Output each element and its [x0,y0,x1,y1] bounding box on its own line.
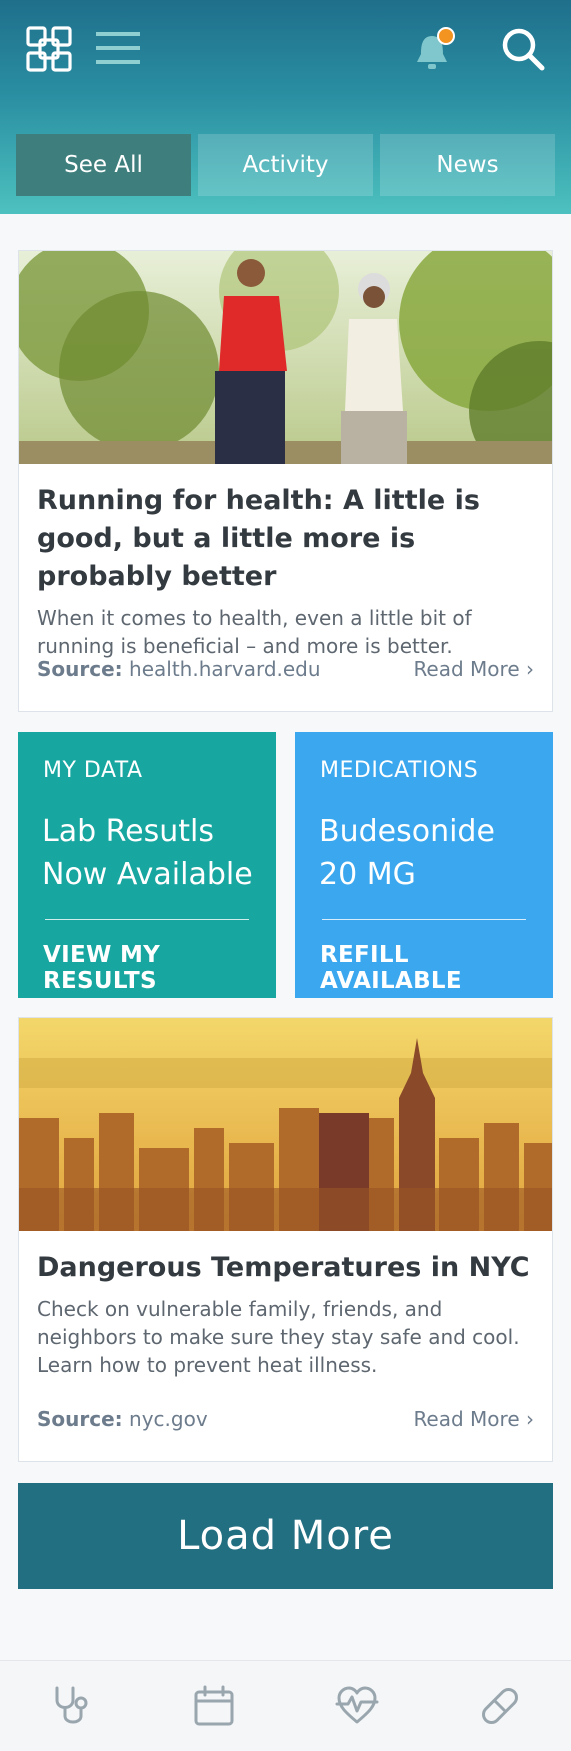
news-card[interactable]: Dangerous Temperatures in NYC Check on v… [18,1017,553,1462]
read-more-link[interactable]: Read More › [413,657,534,681]
nav-item-health[interactable] [327,1676,387,1736]
view-results-button[interactable]: VIEW MY RESULTS [43,942,276,994]
search-icon[interactable] [500,26,546,72]
source-value: nyc.gov [129,1407,208,1431]
card-source: Source: health.harvard.edu [37,657,321,681]
source-label: Source: [37,657,123,681]
nav-item-medications[interactable] [470,1676,530,1736]
news-card[interactable]: Running for health: A little is good, bu… [18,250,553,712]
tile-headline-line: 20 MG [319,857,416,892]
read-more-label: Read More [413,1407,520,1431]
read-more-link[interactable]: Read More › [413,1407,534,1431]
source-value: health.harvard.edu [129,657,321,681]
read-more-label: Read More [413,657,520,681]
divider [45,919,249,920]
tile-headline: Budesonide 20 MG [319,810,539,896]
card-title: Running for health: A little is good, bu… [37,485,480,592]
heart-pulse-icon [335,1686,379,1724]
card-source: Source: nyc.gov [37,1407,208,1431]
app-logo-icon[interactable] [26,26,72,72]
filter-tabs: See All Activity News [16,134,555,196]
load-more-button[interactable]: Load More [18,1483,553,1589]
refill-button[interactable]: REFILL AVAILABLE [320,942,553,994]
pill-icon [481,1688,518,1724]
card-image-running [19,251,552,464]
tile-headline-line: Lab Resutls [42,814,215,849]
card-summary: Check on vulnerable family, friends, and… [37,1297,520,1377]
card-title: Dangerous Temperatures in NYC [37,1252,530,1283]
nav-item-care[interactable] [41,1676,101,1736]
tile-category: MEDICATIONS [320,758,479,783]
stethoscope-icon [55,1686,88,1724]
tab-see-all[interactable]: See All [16,134,191,196]
menu-icon[interactable] [96,30,140,66]
nav-item-calendar[interactable] [184,1676,244,1736]
chevron-right-icon: › [526,657,534,681]
my-data-tile[interactable]: MY DATA Lab Resutls Now Available VIEW M… [18,732,276,998]
app-header: See All Activity News [0,0,571,214]
divider [322,919,526,920]
source-label: Source: [37,1407,123,1431]
card-image-city [19,1018,552,1231]
calendar-icon [194,1685,234,1726]
tile-category: MY DATA [43,758,143,783]
tile-headline-line: Now Available [42,857,253,892]
medications-tile[interactable]: MEDICATIONS Budesonide 20 MG REFILL AVAI… [295,732,553,998]
tile-headline-line: Budesonide [319,814,495,849]
bottom-nav [0,1660,571,1751]
notification-dot [437,27,455,45]
chevron-right-icon: › [526,1407,534,1431]
bell-icon[interactable] [412,26,456,74]
tile-headline: Lab Resutls Now Available [42,810,262,896]
tab-activity[interactable]: Activity [198,134,373,196]
tab-news[interactable]: News [380,134,555,196]
card-summary: When it comes to health, even a little b… [37,606,472,658]
